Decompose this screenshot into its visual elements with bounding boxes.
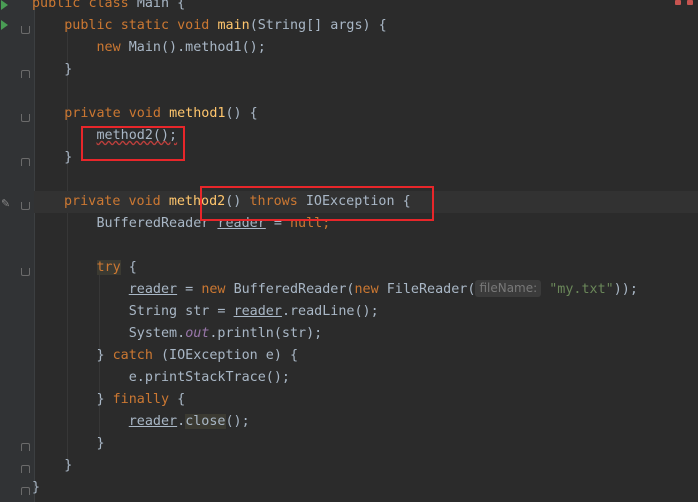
- brace: }: [96, 348, 105, 363]
- keyword: void: [128, 106, 161, 121]
- fold-icon[interactable]: [21, 26, 30, 34]
- code-line-finally[interactable]: } finally {: [32, 389, 186, 411]
- method-call: close: [185, 414, 226, 429]
- keyword: static: [120, 18, 170, 33]
- annotation-box-method2-call: [81, 126, 185, 161]
- error-marker-icon[interactable]: [675, 0, 681, 5]
- code-line-readline[interactable]: String str = reader.readLine();: [32, 301, 379, 323]
- code-line-try[interactable]: try {: [32, 257, 137, 279]
- keyword: void: [128, 194, 161, 209]
- string-literal: "my.txt": [549, 282, 614, 297]
- type: BufferedReader: [96, 216, 210, 231]
- code-line-main[interactable]: public static void main(String[] args) {: [32, 15, 387, 37]
- params: () {: [225, 106, 258, 121]
- keyword: class: [88, 0, 129, 11]
- keyword: private: [64, 106, 121, 121]
- code-line-close[interactable]: }: [32, 477, 40, 499]
- keyword: catch: [112, 348, 153, 363]
- fold-icon[interactable]: [21, 487, 30, 495]
- call: .println(str);: [209, 326, 323, 341]
- brace: }: [64, 458, 73, 473]
- fold-icon[interactable]: [21, 70, 30, 78]
- dot: .: [177, 414, 186, 429]
- statement-tail: ();: [225, 414, 250, 429]
- fold-icon[interactable]: [21, 114, 30, 122]
- variable: reader: [128, 282, 178, 297]
- method-name: method1: [169, 106, 226, 121]
- run-gutter-icon[interactable]: [1, 0, 8, 10]
- brace: }: [64, 150, 73, 165]
- fold-icon[interactable]: [21, 443, 30, 451]
- fold-icon[interactable]: [21, 202, 30, 210]
- code-line-print[interactable]: System.out.println(str);: [32, 323, 323, 345]
- brace: }: [64, 62, 73, 77]
- annotation-box-throws: [200, 186, 434, 221]
- brace: {: [177, 392, 186, 407]
- class-name: Main: [136, 0, 170, 11]
- statement: Main().method1();: [128, 40, 266, 55]
- code-line-close-reader[interactable]: reader.close();: [32, 411, 250, 433]
- operator: =: [177, 282, 202, 297]
- keyword: new: [96, 40, 121, 55]
- code-line-close[interactable]: }: [32, 59, 72, 81]
- static-field: out: [185, 326, 210, 341]
- brace: }: [96, 436, 105, 451]
- code-line-method1[interactable]: private void method1() {: [32, 103, 258, 125]
- code-line-close[interactable]: }: [32, 433, 105, 455]
- code-editor[interactable]: ✎ public class Main { public static void…: [0, 0, 698, 502]
- class-ref: System.: [128, 326, 186, 341]
- code-line-assign[interactable]: reader = new BufferedReader(new FileRead…: [32, 279, 638, 301]
- variable: reader: [233, 304, 282, 319]
- method-name: main: [217, 18, 250, 33]
- run-gutter-icon[interactable]: [1, 20, 8, 30]
- edit-gutter-icon[interactable]: ✎: [1, 197, 10, 210]
- code-line-stacktrace[interactable]: e.printStackTrace();: [32, 367, 290, 389]
- error-marker-icon[interactable]: [687, 0, 693, 5]
- params: (String[] args) {: [249, 18, 387, 33]
- constructor: FileReader(: [386, 282, 476, 297]
- code-line-class[interactable]: public class Main {: [32, 0, 185, 15]
- statement: e.printStackTrace();: [128, 370, 290, 385]
- keyword: private: [64, 194, 121, 209]
- keyword: new: [201, 282, 226, 297]
- keyword: void: [177, 18, 210, 33]
- keyword: finally: [112, 392, 170, 407]
- brace: }: [32, 480, 41, 495]
- fold-icon[interactable]: [21, 158, 30, 166]
- fold-icon[interactable]: [21, 465, 30, 473]
- code-line-close[interactable]: }: [32, 455, 72, 477]
- keyword: new: [354, 282, 379, 297]
- declaration: String str =: [128, 304, 234, 319]
- keyword: public: [32, 0, 81, 11]
- statement-tail: ));: [613, 282, 638, 297]
- keyword: public: [64, 18, 113, 33]
- fold-icon[interactable]: [21, 268, 30, 276]
- brace: }: [96, 392, 105, 407]
- keyword: try: [96, 260, 121, 275]
- code-line-close[interactable]: }: [32, 147, 72, 169]
- variable: reader: [128, 414, 178, 429]
- brace: {: [128, 260, 137, 275]
- code-line-main-body[interactable]: new Main().method1();: [32, 37, 266, 59]
- call: .readLine();: [281, 304, 379, 319]
- parameter-hint: fileName:: [475, 280, 542, 297]
- params: (IOException e) {: [161, 348, 299, 363]
- code-line-catch[interactable]: } catch (IOException e) {: [32, 345, 299, 367]
- constructor: BufferedReader(: [233, 282, 355, 297]
- brace: {: [177, 0, 186, 11]
